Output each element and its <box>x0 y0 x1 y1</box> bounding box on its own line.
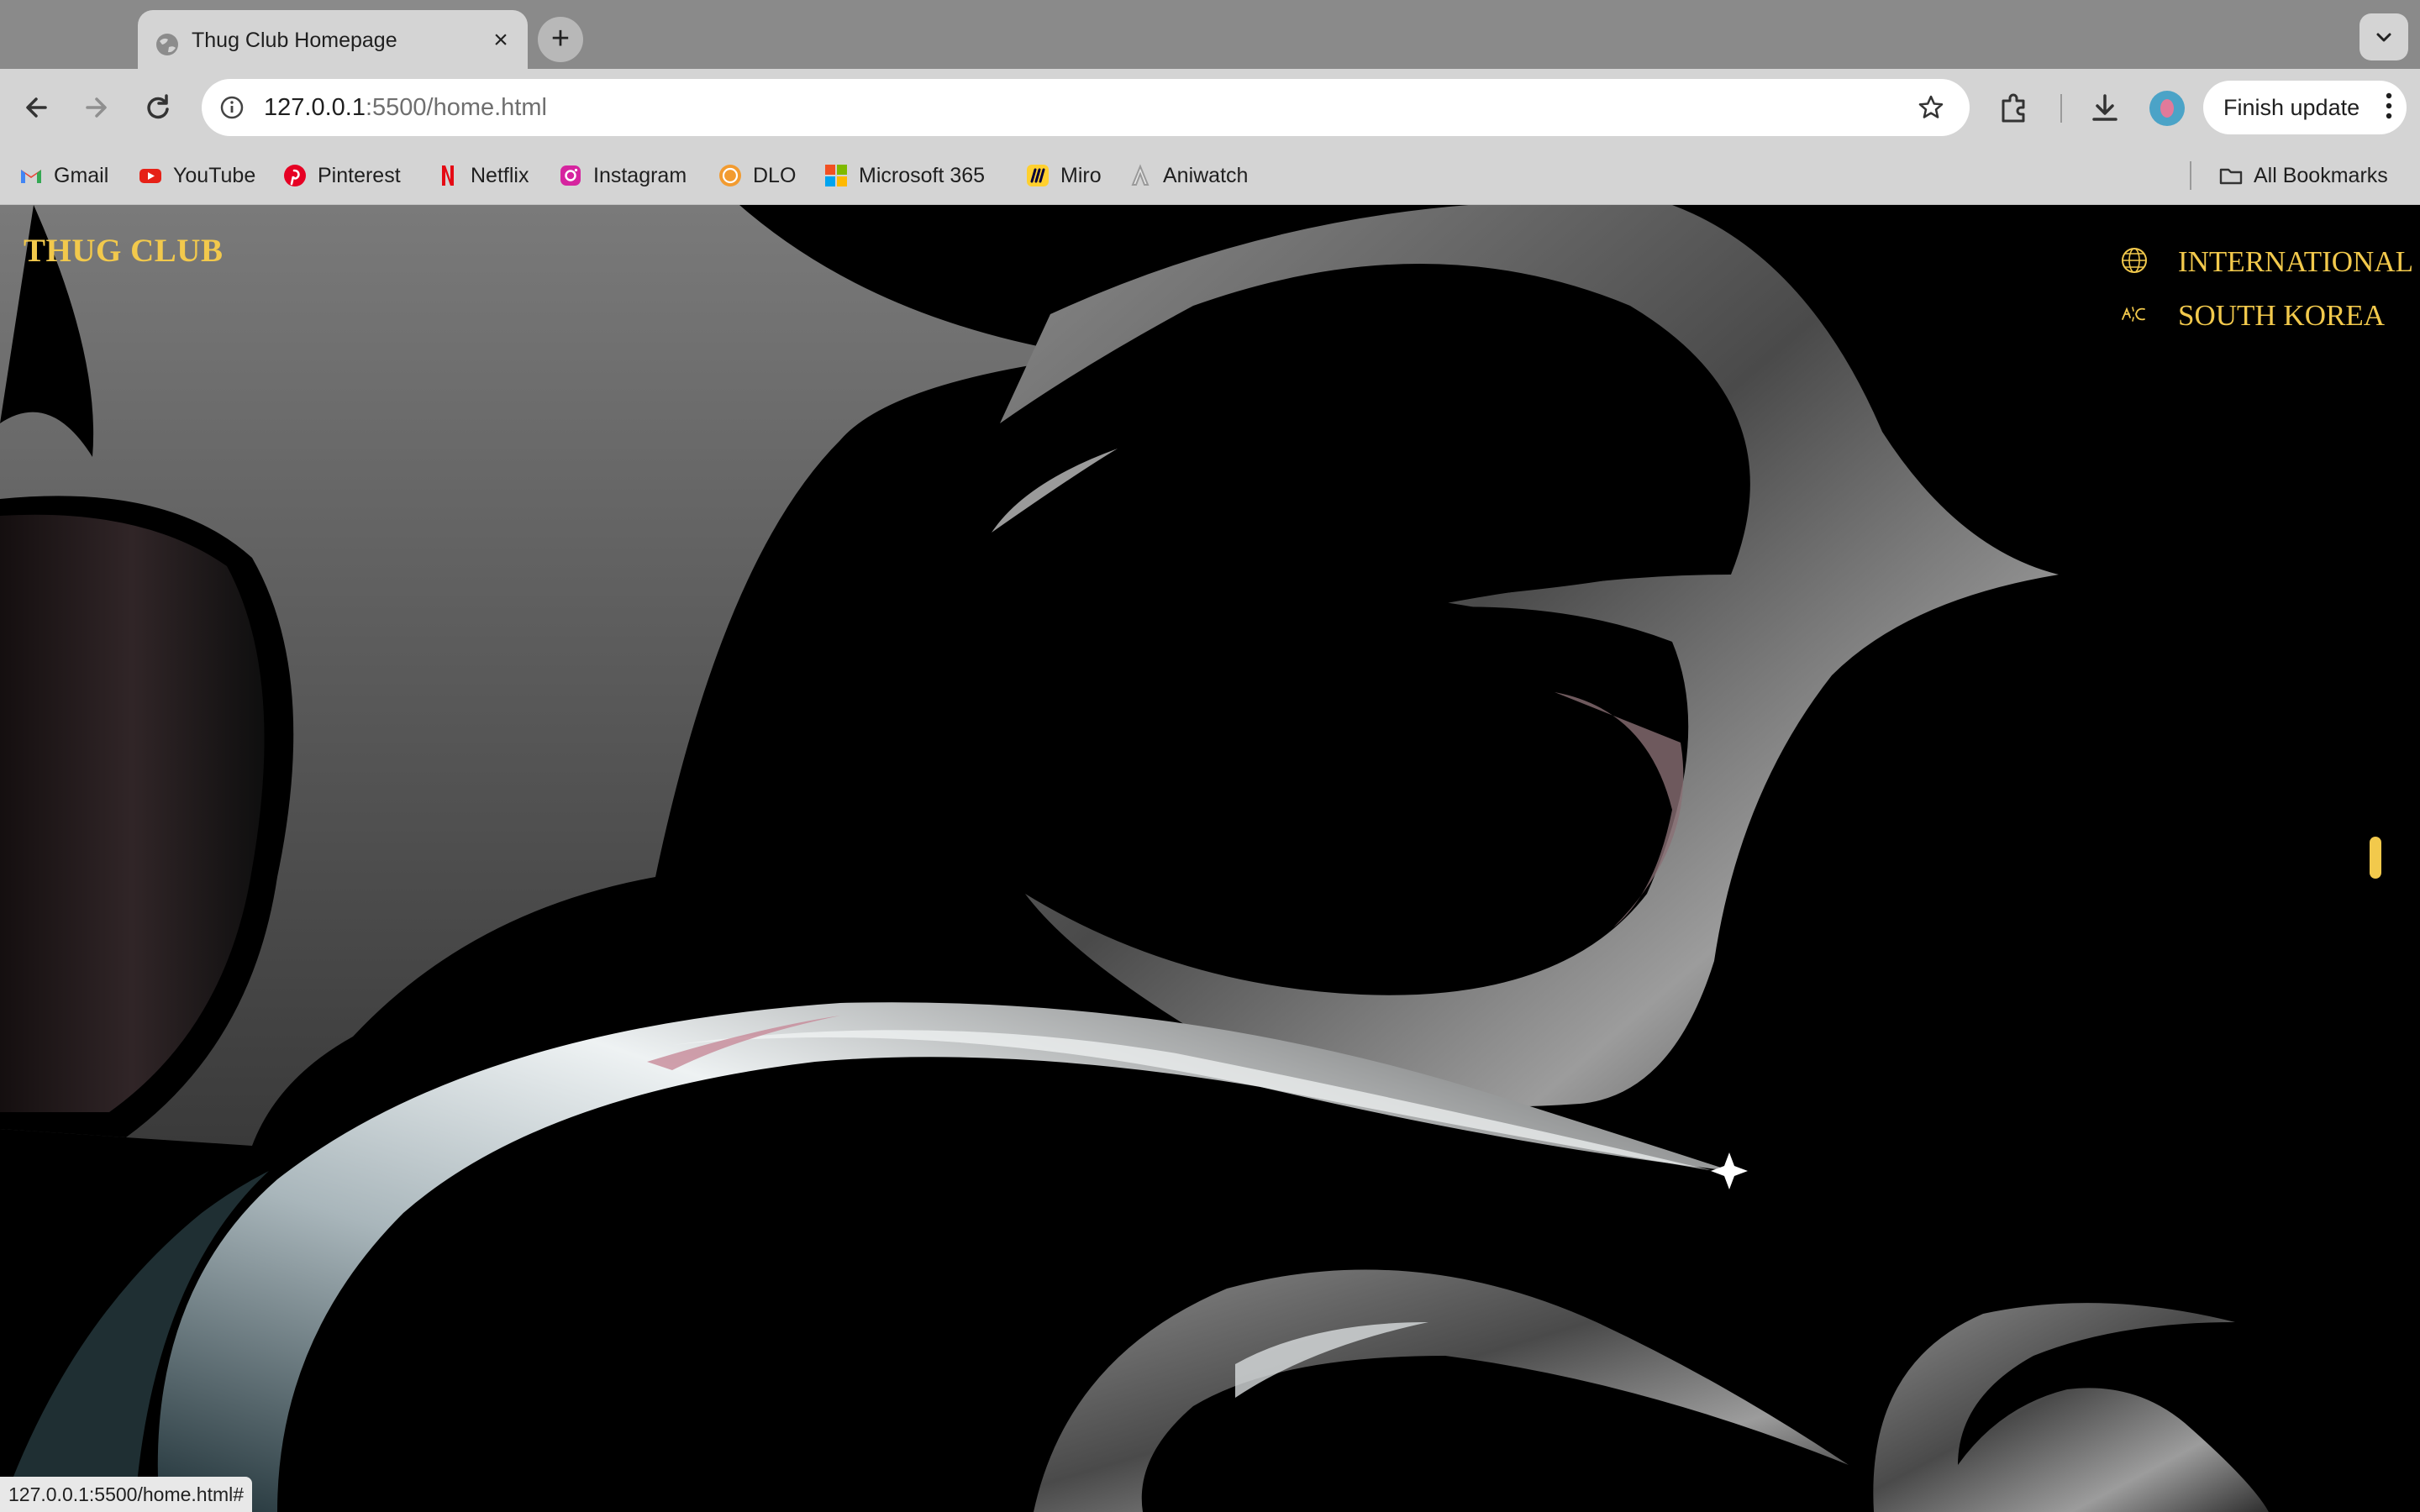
toolbar-divider <box>2060 94 2062 123</box>
bookmark-label: Aniwatch <box>1163 163 1249 187</box>
arrow-right-icon <box>86 97 107 118</box>
url-text[interactable]: 127.0.0.1:5500/home.html <box>264 94 547 122</box>
bookmark-microsoft-365[interactable]: Microsoft 365 <box>823 146 985 205</box>
bookmark-pinterest[interactable]: Pinterest <box>282 146 401 205</box>
tab-strip: Thug Club Homepage × + <box>0 0 2420 69</box>
bookmark-miro[interactable]: Miro <box>1025 146 1102 205</box>
tab-title: Thug Club Homepage <box>192 29 397 52</box>
address-bar[interactable]: 127.0.0.1:5500/home.html <box>202 79 1970 136</box>
bookmark-netflix[interactable]: Netflix <box>435 146 529 205</box>
bookmark-dlo[interactable]: DLO <box>718 146 796 205</box>
globe-favicon-icon <box>156 34 178 55</box>
bookmarks-divider <box>2190 161 2191 190</box>
youtube-icon <box>139 169 161 183</box>
new-tab-button[interactable]: + <box>538 17 583 62</box>
link-status-bubble: 127.0.0.1:5500/home.html# <box>0 1477 253 1512</box>
site-info-icon[interactable] <box>215 91 249 124</box>
chevron-down-icon <box>2376 33 2391 42</box>
chrome-blade-artwork <box>0 205 2269 1512</box>
profile-avatar[interactable] <box>2149 91 2185 126</box>
region-label: SOUTH KOREA <box>2178 299 2385 332</box>
finish-update-button[interactable]: Finish update <box>2203 81 2407 134</box>
bookmark-label: Netflix <box>471 163 529 187</box>
tab-thug-club-homepage[interactable]: Thug Club Homepage × <box>138 10 528 69</box>
bookmark-label: Pinterest <box>318 163 401 187</box>
scroll-indicator[interactable] <box>2370 837 2381 879</box>
region-international[interactable]: INTERNATIONAL <box>2118 239 2413 282</box>
site-logo[interactable]: THUG CLUB <box>24 232 223 270</box>
bookmark-label: Instagram <box>593 163 687 187</box>
region-label: INTERNATIONAL <box>2178 245 2413 278</box>
bookmark-youtube[interactable]: YouTube <box>138 146 255 205</box>
download-icon[interactable] <box>2086 89 2124 128</box>
bookmark-label: Miro <box>1060 163 1102 187</box>
bookmark-label: Gmail <box>54 163 109 187</box>
reload-button[interactable] <box>136 86 180 129</box>
reload-icon <box>147 94 169 119</box>
bookmarks-bar: Gmail YouTube Pinterest Netflix Instagra… <box>0 146 2420 205</box>
back-button[interactable] <box>15 86 59 129</box>
bookmark-label: Microsoft 365 <box>859 163 986 187</box>
region-south-korea[interactable]: SOUTH KOREA <box>2118 292 2385 336</box>
all-bookmarks-button[interactable]: All Bookmarks <box>2218 146 2388 205</box>
folder-icon <box>2219 168 2243 185</box>
dlo-icon <box>719 165 741 186</box>
bookmark-label: YouTube <box>173 163 256 187</box>
bookmark-star-icon[interactable] <box>1914 91 1948 124</box>
forward-button[interactable] <box>74 86 118 129</box>
browser-toolbar: 127.0.0.1:5500/home.html Finish update <box>0 69 2420 146</box>
url-path: :5500/home.html <box>365 94 547 121</box>
url-host: 127.0.0.1 <box>264 94 366 121</box>
bookmark-aniwatch[interactable]: Aniwatch <box>1128 146 1248 205</box>
globe-icon <box>2122 248 2147 273</box>
page-viewport: THUG CLUB INTERNATIONAL SOUTH KOREA 127.… <box>0 205 2420 1512</box>
korea-emblem-icon <box>2122 307 2145 322</box>
finish-update-label: Finish update <box>2223 95 2360 120</box>
aniwatch-icon <box>1131 164 1150 186</box>
microsoft-365-icon <box>825 165 847 186</box>
kebab-menu-icon[interactable] <box>2383 89 2395 123</box>
tab-search-button[interactable] <box>2360 13 2408 60</box>
miro-icon <box>1027 165 1049 186</box>
arrow-left-icon <box>26 97 47 118</box>
bookmark-instagram[interactable]: Instagram <box>558 146 687 205</box>
pinterest-icon <box>284 165 306 186</box>
bookmark-gmail[interactable]: Gmail <box>18 146 108 205</box>
gmail-icon <box>21 170 41 183</box>
instagram-icon <box>560 165 581 186</box>
netflix-icon <box>442 165 454 186</box>
bookmark-label: DLO <box>753 163 797 187</box>
extensions-puzzle-icon[interactable] <box>1995 89 2033 128</box>
all-bookmarks-label: All Bookmarks <box>2254 163 2388 187</box>
close-tab-icon[interactable]: × <box>486 25 516 55</box>
